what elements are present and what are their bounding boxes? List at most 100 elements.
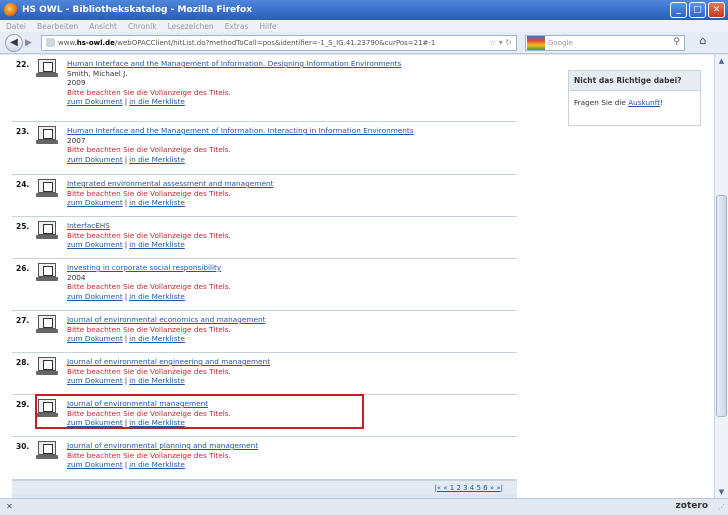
watchlist-link[interactable]: in die Merkliste xyxy=(129,155,185,164)
result-number: 23. xyxy=(16,127,30,136)
status-bar: ✕ zotero ⋰ xyxy=(0,498,728,515)
watchlist-link[interactable]: in die Merkliste xyxy=(129,376,185,385)
pagination: |« « 1 2 3 4 5 6 » »| xyxy=(12,480,517,494)
search-box[interactable]: Google ⚲ xyxy=(525,34,685,51)
url-host: hs-owl.de xyxy=(76,38,115,47)
result-list: 22. Human Interface and the Management o… xyxy=(12,55,517,498)
zotero-icon[interactable]: zotero xyxy=(676,501,708,511)
pagination-links[interactable]: |« « 1 2 3 4 5 6 » »| xyxy=(434,484,503,492)
result-notice: Bitte beachten Sie die Vollanzeige des T… xyxy=(67,450,231,460)
menu-datei[interactable]: Datei xyxy=(6,22,26,31)
resize-grip-icon[interactable]: ⋰ xyxy=(718,503,725,511)
bookmark-star-icon[interactable]: ☆ ▾ ↻ xyxy=(489,38,512,47)
book-icon xyxy=(36,221,58,239)
result-title-link[interactable]: Journal of environmental economics and m… xyxy=(67,315,265,325)
firefox-logo-icon xyxy=(4,3,18,17)
list-item: 22. Human Interface and the Management o… xyxy=(12,55,517,122)
help-box-suffix: ! xyxy=(660,98,664,107)
forward-button[interactable]: ▶ xyxy=(25,36,37,50)
list-item: 25. InterfacEHS Bitte beachten Sie die V… xyxy=(12,217,517,259)
result-number: 29. xyxy=(16,400,30,409)
list-item: 24. Integrated environmental assessment … xyxy=(12,175,517,217)
link-separator: | xyxy=(124,198,128,208)
book-icon xyxy=(36,441,58,459)
link-separator: | xyxy=(124,334,128,344)
scroll-down-icon[interactable]: ▼ xyxy=(715,486,728,498)
book-icon xyxy=(36,315,58,333)
result-title-link[interactable]: Integrated environmental assessment and … xyxy=(67,179,273,189)
menu-lesezeichen[interactable]: Lesezeichen xyxy=(168,22,214,31)
document-link[interactable]: zum Dokument xyxy=(67,198,123,207)
page-content: 22. Human Interface and the Management o… xyxy=(0,55,714,498)
result-title-link[interactable]: Journal of environmental planning and ma… xyxy=(67,441,258,451)
watchlist-link[interactable]: in die Merkliste xyxy=(129,292,185,301)
document-link[interactable]: zum Dokument xyxy=(67,240,123,249)
book-icon xyxy=(36,126,58,144)
result-year: 2009 xyxy=(67,78,86,88)
link-separator: | xyxy=(124,154,128,164)
scroll-up-icon[interactable]: ▲ xyxy=(715,55,728,67)
result-notice: Bitte beachten Sie die Vollanzeige des T… xyxy=(67,87,231,97)
book-icon xyxy=(36,179,58,197)
link-separator: | xyxy=(124,291,128,301)
window-controls: _ □ ✕ xyxy=(670,2,725,18)
watchlist-link[interactable]: in die Merkliste xyxy=(129,240,185,249)
window-title-bar: HS OWL - Bibliothekskatalog - Mozilla Fi… xyxy=(0,0,728,20)
auskunft-link[interactable]: Auskunft xyxy=(628,98,660,107)
link-separator: | xyxy=(124,97,128,107)
maximize-button[interactable]: □ xyxy=(689,2,706,18)
book-icon xyxy=(36,357,58,375)
vertical-scrollbar[interactable]: ▲ ▼ xyxy=(714,55,728,498)
google-engine-icon[interactable] xyxy=(527,35,545,50)
window-title: HS OWL - Bibliothekskatalog - Mozilla Fi… xyxy=(22,5,253,15)
watchlist-link[interactable]: in die Merkliste xyxy=(129,460,185,469)
result-title-link[interactable]: InterfacEHS xyxy=(67,221,231,231)
document-link[interactable]: zum Dokument xyxy=(67,334,123,343)
navigation-toolbar: ◀ ▶ www. hs-owl.de/webOPACClient/hitList.… xyxy=(0,32,728,54)
help-box: Nicht das Richtige dabei? Fragen Sie die… xyxy=(568,70,701,126)
link-separator: | xyxy=(124,240,128,250)
home-icon[interactable]: ⌂ xyxy=(693,34,713,52)
result-year: 2004 xyxy=(67,272,86,282)
list-item: 27. Journal of environmental economics a… xyxy=(12,311,517,353)
result-number: 24. xyxy=(16,180,30,189)
watchlist-link[interactable]: in die Merkliste xyxy=(129,334,185,343)
result-title-link[interactable]: Human Interface and the Management of In… xyxy=(67,59,401,69)
search-icon[interactable]: ⚲ xyxy=(673,37,680,47)
minimize-button[interactable]: _ xyxy=(670,2,687,18)
link-separator: | xyxy=(124,376,128,386)
watchlist-link[interactable]: in die Merkliste xyxy=(129,198,185,207)
result-author: Smith, Michael J. xyxy=(67,68,128,78)
document-link[interactable]: zum Dokument xyxy=(67,155,123,164)
watchlist-link[interactable]: in die Merkliste xyxy=(129,97,185,106)
highlight-box xyxy=(35,394,364,429)
result-title-link[interactable]: Human Interface and the Management of In… xyxy=(67,126,414,136)
search-input[interactable]: Google xyxy=(548,39,573,47)
document-link[interactable]: zum Dokument xyxy=(67,376,123,385)
result-year: 2007 xyxy=(67,135,86,145)
result-number: 30. xyxy=(16,442,30,451)
menu-ansicht[interactable]: Ansicht xyxy=(89,22,117,31)
list-item: 28. Journal of environmental engineering… xyxy=(12,353,517,395)
scrollbar-thumb[interactable] xyxy=(716,195,727,417)
result-number: 25. xyxy=(16,222,30,231)
result-title-link[interactable]: Investing in corporate social responsibi… xyxy=(67,263,231,273)
back-button[interactable]: ◀ xyxy=(5,33,23,52)
document-link[interactable]: zum Dokument xyxy=(67,97,123,106)
help-box-heading: Nicht das Richtige dabei? xyxy=(569,71,700,91)
result-number: 22. xyxy=(16,60,30,69)
document-link[interactable]: zum Dokument xyxy=(67,460,123,469)
close-findbar-icon[interactable]: ✕ xyxy=(6,502,13,511)
url-prefix: www. xyxy=(58,38,77,47)
menu-chronik[interactable]: Chronik xyxy=(128,22,157,31)
url-path: /webOPACClient/hitList.do?methodToCall=p… xyxy=(114,38,436,47)
menu-bearbeiten[interactable]: Bearbeiten xyxy=(37,22,78,31)
result-title-link[interactable]: Journal of environmental engineering and… xyxy=(67,357,270,367)
menu-bar: Datei Bearbeiten Ansicht Chronik Lesezei… xyxy=(0,20,728,32)
menu-extras[interactable]: Extras xyxy=(225,22,249,31)
menu-hilfe[interactable]: Hilfe xyxy=(259,22,276,31)
close-button[interactable]: ✕ xyxy=(708,2,725,18)
address-bar[interactable]: www. hs-owl.de/webOPACClient/hitList.do?m… xyxy=(41,34,517,51)
book-icon xyxy=(36,59,58,77)
document-link[interactable]: zum Dokument xyxy=(67,292,123,301)
